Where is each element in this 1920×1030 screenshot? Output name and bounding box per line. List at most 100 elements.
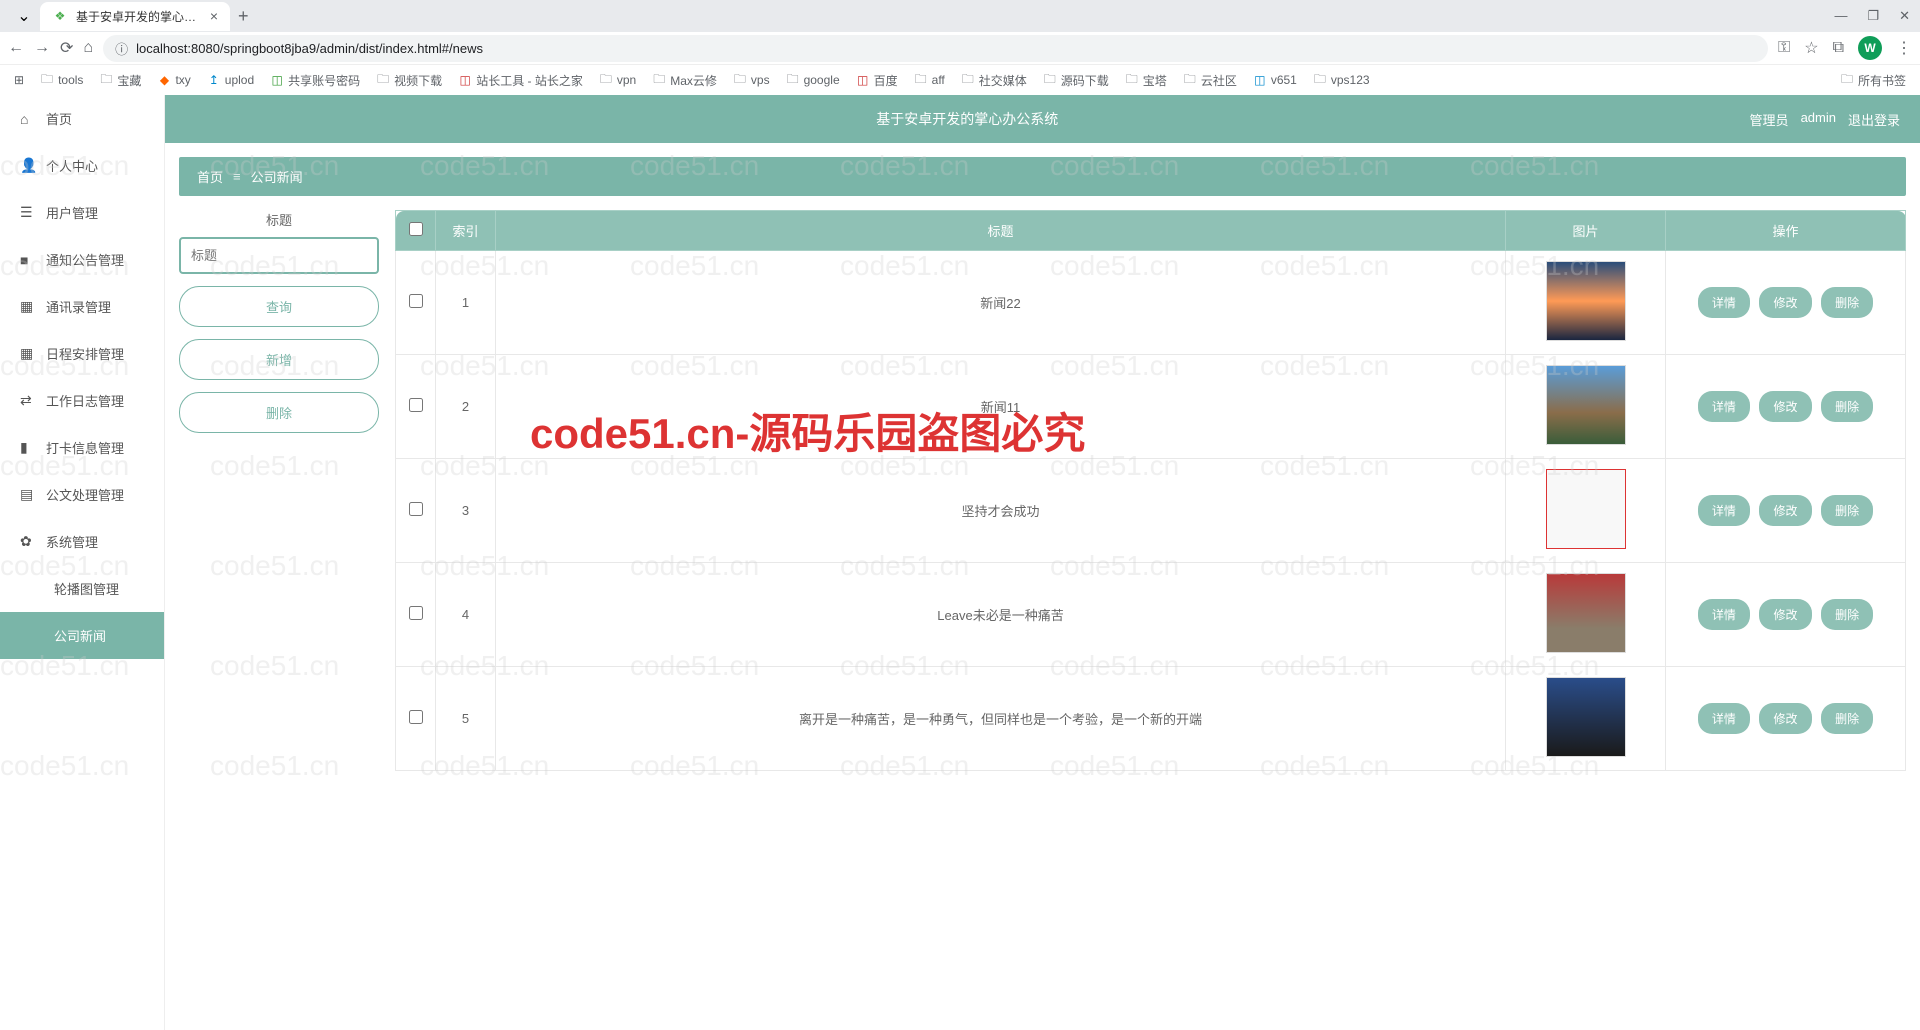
bookmark-item[interactable]: ◫百度 [850, 68, 904, 93]
bookmark-item[interactable]: 🗀tools [34, 69, 89, 91]
breadcrumb: 首页 ≡ 公司新闻 [179, 157, 1906, 196]
bookmark-item[interactable]: 🗀所有书签 [1834, 68, 1912, 93]
bookmark-item[interactable]: 🗀宝藏 [93, 68, 147, 93]
sidebar-item-schedule[interactable]: ▦日程安排管理 [0, 330, 164, 377]
edit-button[interactable]: 修改 [1759, 287, 1811, 318]
row-title: Leave未必是一种痛苦 [496, 563, 1506, 667]
bookmark-item[interactable]: 🗀vps [727, 69, 776, 91]
row-checkbox[interactable] [409, 710, 423, 724]
row-thumbnail[interactable] [1546, 573, 1626, 653]
bookmark-item[interactable]: ◫站长工具 - 站长之家 [452, 68, 589, 93]
select-all-checkbox[interactable] [409, 222, 423, 236]
home-button[interactable]: ⌂ [83, 39, 93, 57]
bookmark-item[interactable]: 🗀源码下载 [1037, 68, 1115, 93]
sidebar-item-users[interactable]: ☰用户管理 [0, 189, 164, 236]
sidebar-item-personal[interactable]: 👤个人中心 [0, 142, 164, 189]
address-bar[interactable]: ⓘ localhost:8080/springboot8jba9/admin/d… [103, 35, 1768, 62]
minimize-icon[interactable]: — [1834, 8, 1847, 24]
sidebar-item-checkin[interactable]: ▮打卡信息管理 [0, 424, 164, 471]
add-button[interactable]: 新增 [179, 339, 379, 380]
tab-title: 基于安卓开发的掌心办公系统 [76, 8, 202, 25]
close-tab-icon[interactable]: × [210, 8, 218, 24]
row-index: 5 [436, 667, 496, 771]
bookmark-item[interactable]: ◫共享账号密码 [264, 68, 366, 93]
delete-row-button[interactable]: 删除 [1821, 287, 1873, 318]
sidebar-item-home[interactable]: ⌂首页 [0, 95, 164, 142]
extensions-icon[interactable]: ⧉ [1833, 39, 1844, 57]
bookmark-item[interactable]: ◫v651 [1247, 69, 1303, 91]
bookmark-item[interactable]: 🗀vps123 [1307, 69, 1376, 91]
browser-chrome: ⌄ ❖ 基于安卓开发的掌心办公系统 × + — ❐ ✕ ← → ⟳ ⌂ ⓘ lo… [0, 0, 1920, 95]
detail-button[interactable]: 详情 [1698, 703, 1750, 734]
edit-button[interactable]: 修改 [1759, 599, 1811, 630]
close-window-icon[interactable]: ✕ [1899, 8, 1910, 24]
table-row: 5 离开是一种痛苦，是一种勇气，但同样也是一个考验，是一个新的开端 详情 修改 … [396, 667, 1906, 771]
star-icon[interactable]: ☆ [1804, 38, 1818, 58]
reload-button[interactable]: ⟳ [60, 38, 73, 58]
sidebar-item-worklog[interactable]: ⇄工作日志管理 [0, 377, 164, 424]
row-thumbnail[interactable] [1546, 261, 1626, 341]
browser-toolbar: ← → ⟳ ⌂ ⓘ localhost:8080/springboot8jba9… [0, 32, 1920, 64]
bookmark-item[interactable]: 🗀google [780, 69, 846, 91]
back-button[interactable]: ← [8, 39, 24, 57]
tab-search-icon[interactable]: ⌄ [14, 6, 34, 26]
key-icon[interactable]: ⚿ [1778, 39, 1790, 57]
edit-button[interactable]: 修改 [1759, 495, 1811, 526]
delete-row-button[interactable]: 删除 [1821, 391, 1873, 422]
row-checkbox[interactable] [409, 398, 423, 412]
bookmark-item[interactable]: 🗀云社区 [1177, 68, 1243, 93]
col-ops: 操作 [1666, 211, 1906, 251]
schedule-icon: ▦ [20, 345, 36, 362]
detail-button[interactable]: 详情 [1698, 495, 1750, 526]
content-area: 首页 ≡ 公司新闻 标题 查询 新增 删除 [165, 143, 1920, 1030]
bookmark-item[interactable]: 🗀宝塔 [1119, 68, 1173, 93]
bookmark-item[interactable]: 🗀视频下载 [370, 68, 448, 93]
row-checkbox[interactable] [409, 502, 423, 516]
detail-button[interactable]: 详情 [1698, 287, 1750, 318]
apps-icon[interactable]: ⊞ [8, 69, 30, 91]
new-tab-button[interactable]: + [238, 6, 249, 27]
menu-icon[interactable]: ⋮ [1896, 38, 1912, 58]
row-thumbnail[interactable] [1546, 365, 1626, 445]
col-image: 图片 [1506, 211, 1666, 251]
row-checkbox[interactable] [409, 294, 423, 308]
row-title: 新闻22 [496, 251, 1506, 355]
query-button[interactable]: 查询 [179, 286, 379, 327]
sidebar-item-system[interactable]: ✿系统管理 [0, 518, 164, 565]
profile-avatar[interactable]: W [1858, 36, 1882, 60]
logout-link[interactable]: 退出登录 [1848, 110, 1900, 129]
row-thumbnail[interactable] [1546, 677, 1626, 757]
user-role: 管理员 [1750, 110, 1789, 129]
breadcrumb-home[interactable]: 首页 [197, 167, 223, 186]
bookmark-item[interactable]: ◆txy [151, 69, 196, 91]
maximize-icon[interactable]: ❐ [1867, 8, 1879, 24]
edit-button[interactable]: 修改 [1759, 391, 1811, 422]
search-panel: 标题 查询 新增 删除 [179, 210, 379, 771]
sidebar-sub-carousel[interactable]: 轮播图管理 [0, 565, 164, 612]
browser-tab[interactable]: ❖ 基于安卓开发的掌心办公系统 × [40, 2, 230, 31]
delete-row-button[interactable]: 删除 [1821, 599, 1873, 630]
delete-button[interactable]: 删除 [179, 392, 379, 433]
row-index: 3 [436, 459, 496, 563]
delete-row-button[interactable]: 删除 [1821, 703, 1873, 734]
notice-icon: ■ [20, 252, 36, 268]
bookmark-item[interactable]: ↥uplod [201, 69, 260, 91]
bookmark-item[interactable]: 🗀vpn [593, 69, 642, 91]
detail-button[interactable]: 详情 [1698, 391, 1750, 422]
sidebar-item-contacts[interactable]: ▦通讯录管理 [0, 283, 164, 330]
edit-button[interactable]: 修改 [1759, 703, 1811, 734]
forward-button[interactable]: → [34, 39, 50, 57]
delete-row-button[interactable]: 删除 [1821, 495, 1873, 526]
col-title: 标题 [496, 211, 1506, 251]
bookmark-item[interactable]: 🗀社交媒体 [955, 68, 1033, 93]
sidebar-item-document[interactable]: ▤公文处理管理 [0, 471, 164, 518]
row-thumbnail[interactable] [1546, 469, 1626, 549]
contacts-icon: ▦ [20, 298, 36, 315]
bookmark-item[interactable]: 🗀Max云修 [646, 68, 723, 93]
sidebar-item-notice[interactable]: ■通知公告管理 [0, 236, 164, 283]
bookmark-item[interactable]: 🗀aff [908, 69, 951, 91]
sidebar-sub-news[interactable]: 公司新闻 [0, 612, 164, 659]
row-checkbox[interactable] [409, 606, 423, 620]
search-input[interactable] [179, 237, 379, 274]
detail-button[interactable]: 详情 [1698, 599, 1750, 630]
